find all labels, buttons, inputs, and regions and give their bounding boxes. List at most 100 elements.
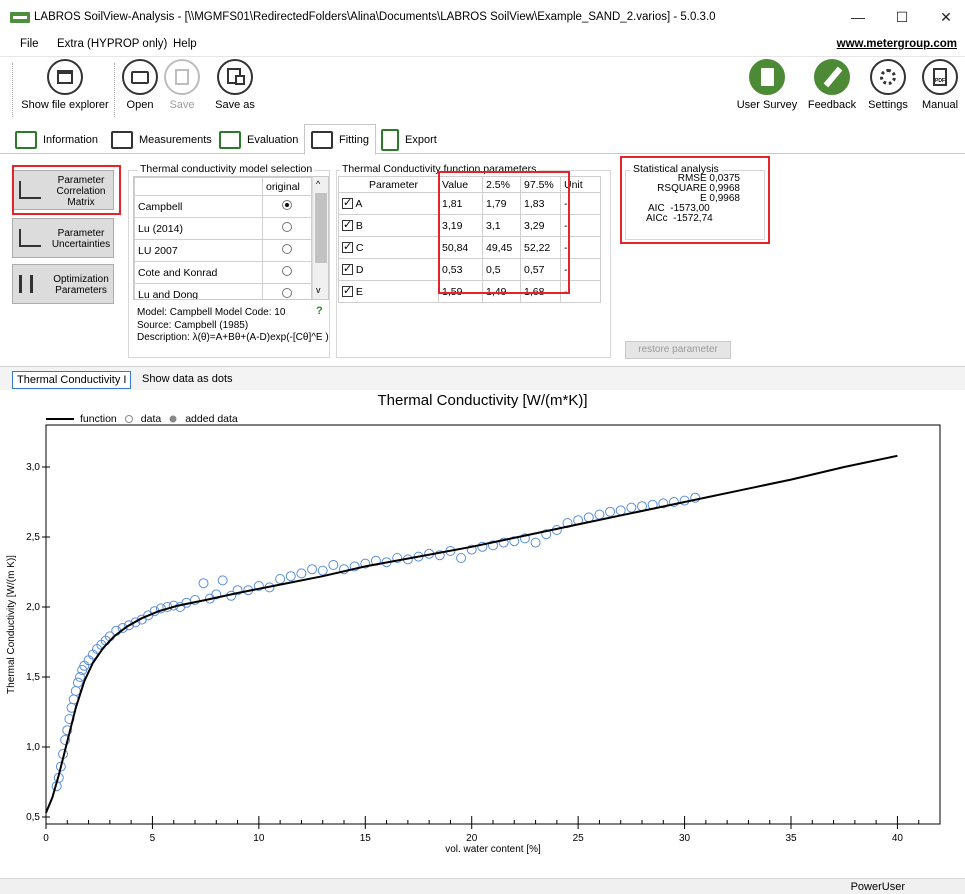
tab-thermal-conductivity[interactable]: Thermal Conductivity I (12, 371, 132, 389)
save-button[interactable]: Save (164, 59, 200, 111)
model-row[interactable]: Lu and Dong (134, 283, 312, 299)
parameter-name: D (355, 263, 364, 276)
maximize-button[interactable]: ☐ (882, 6, 922, 28)
scroll-thumb[interactable] (315, 193, 327, 263)
parameter-name: B (355, 219, 363, 232)
save-as-button[interactable]: Save as (210, 59, 260, 111)
user-survey-label: User Survey (736, 99, 798, 111)
parameter-checkbox[interactable] (342, 218, 353, 232)
y-tick-label: 1,5 (26, 672, 40, 683)
parameter-name: E (355, 285, 363, 298)
menu-help[interactable]: Help (173, 38, 197, 50)
save-icon (164, 59, 200, 95)
highlight-box-statistics (620, 156, 770, 244)
manual-button[interactable]: PDF Manual (918, 59, 962, 111)
parameter-checkbox[interactable] (342, 240, 353, 254)
parameter-name: A (355, 197, 363, 210)
scroll-down-icon[interactable]: v (316, 285, 321, 295)
model-radio[interactable] (282, 222, 292, 232)
model-row[interactable]: Campbell (134, 195, 312, 218)
export-icon (381, 129, 399, 151)
tab-export[interactable]: Export (374, 126, 444, 154)
model-row[interactable]: LU 2007 (134, 239, 312, 262)
chart-tabs: Thermal Conductivity I Show data as dots (0, 366, 965, 390)
model-name-header (134, 177, 263, 196)
model-radio-selected[interactable] (282, 200, 292, 210)
y-tick-label: 1,0 (26, 742, 40, 753)
y-tick-label: 3,0 (26, 462, 40, 473)
evaluation-icon (219, 131, 241, 149)
model-name: Campbell (134, 195, 263, 218)
sliders-icon (19, 275, 33, 293)
optimization-parameters-button[interactable]: Optimization Parameters (12, 264, 114, 304)
parameter-uncertainties-button[interactable]: Parameter Uncertainties (12, 218, 114, 258)
user-survey-button[interactable]: User Survey (736, 59, 798, 111)
save-as-label: Save as (215, 99, 255, 111)
status-user: PowerUser (850, 881, 905, 893)
model-list-scrollbar[interactable]: ^ v (312, 177, 328, 299)
highlight-box-correlation (12, 165, 121, 215)
parameter-uncertainties-label: Parameter Uncertainties (51, 228, 111, 250)
menu-extra[interactable]: Extra (HYPROP only) (57, 38, 167, 50)
model-source: Source: Campbell (1985) (137, 320, 249, 331)
model-name: Cote and Konrad (134, 261, 263, 284)
y-tick-label: 0,5 (26, 812, 40, 823)
x-tick-label: 5 (150, 833, 156, 844)
x-tick-label: 35 (785, 833, 797, 844)
x-tick-label: 0 (43, 833, 49, 844)
parameter-checkbox[interactable] (342, 262, 353, 276)
minimize-button[interactable]: — (838, 6, 878, 28)
save-label: Save (169, 99, 195, 111)
fitting-curve-icon (311, 130, 333, 149)
feedback-button[interactable]: Feedback (806, 59, 858, 111)
tab-measurements-label: Measurements (139, 134, 212, 146)
tab-measurements[interactable]: Measurements (104, 126, 219, 154)
restore-parameter-button[interactable]: restore parameter (625, 341, 731, 359)
status-bar: PowerUser (0, 878, 965, 894)
tab-information[interactable]: Information (8, 126, 105, 154)
parameter-checkbox[interactable] (342, 196, 353, 210)
model-radio[interactable] (282, 288, 292, 298)
window-title: LABROS SoilView-Analysis - [\\MGMFS01\Re… (34, 11, 716, 23)
tab-fitting-label: Fitting (339, 133, 369, 146)
open-button[interactable]: Open (120, 59, 160, 111)
y-axis-label: Thermal Conductivity [W/(m K)] (6, 555, 17, 694)
parameter-checkbox[interactable] (342, 284, 353, 298)
model-list: original Campbell Lu (2014) LU 2007 Cote… (133, 176, 329, 300)
pencil-icon (814, 59, 850, 95)
show-data-as-dots-button[interactable]: Show data as dots (138, 371, 237, 389)
model-selection-title: Thermal conductivity model selection (138, 163, 315, 175)
show-file-explorer-button[interactable]: Show file explorer (20, 59, 110, 111)
tab-fitting[interactable]: Fitting (304, 124, 376, 155)
model-radio[interactable] (282, 266, 292, 276)
toolbar-separator (114, 63, 115, 117)
thermal-conductivity-plot: 0,5 1,0 1,5 2,0 2,5 3,0 0 5 10 15 20 25 30 35 40 vol. w… (6, 424, 941, 855)
website-link[interactable]: www.metergroup.com (837, 38, 957, 50)
folder-open-icon (122, 59, 158, 95)
close-button[interactable]: ✕ (926, 6, 965, 28)
help-icon[interactable]: ? (316, 305, 323, 317)
app-logo-icon (10, 12, 30, 23)
chart-title: Thermal Conductivity [W/(m*K)] (377, 392, 588, 409)
toolbar-grip (12, 63, 13, 117)
x-tick-label: 15 (360, 833, 372, 844)
tab-information-label: Information (43, 134, 99, 146)
menu-file[interactable]: File (20, 38, 39, 50)
uncertainty-curve-icon (19, 229, 41, 247)
settings-button[interactable]: Settings (864, 59, 912, 111)
model-row[interactable]: Cote and Konrad (134, 261, 312, 284)
x-tick-label: 20 (466, 833, 478, 844)
model-info: Model: Campbell Model Code: 10 (137, 307, 286, 318)
parameter-name: C (355, 241, 364, 254)
measurements-icon (111, 131, 133, 149)
tab-evaluation[interactable]: Evaluation (212, 126, 305, 154)
pdf-icon: PDF (922, 59, 958, 95)
model-radio[interactable] (282, 244, 292, 254)
scroll-up-icon[interactable]: ^ (316, 179, 320, 189)
x-axis-label: vol. water content [%] (445, 844, 541, 855)
model-row[interactable]: Lu (2014) (134, 217, 312, 240)
show-file-explorer-label: Show file explorer (21, 99, 109, 111)
model-description: Description: λ(θ)=A+Bθ+(A-D)exp(-[Cθ]^E … (137, 332, 329, 343)
gear-icon (870, 59, 906, 95)
tab-export-label: Export (405, 134, 437, 146)
